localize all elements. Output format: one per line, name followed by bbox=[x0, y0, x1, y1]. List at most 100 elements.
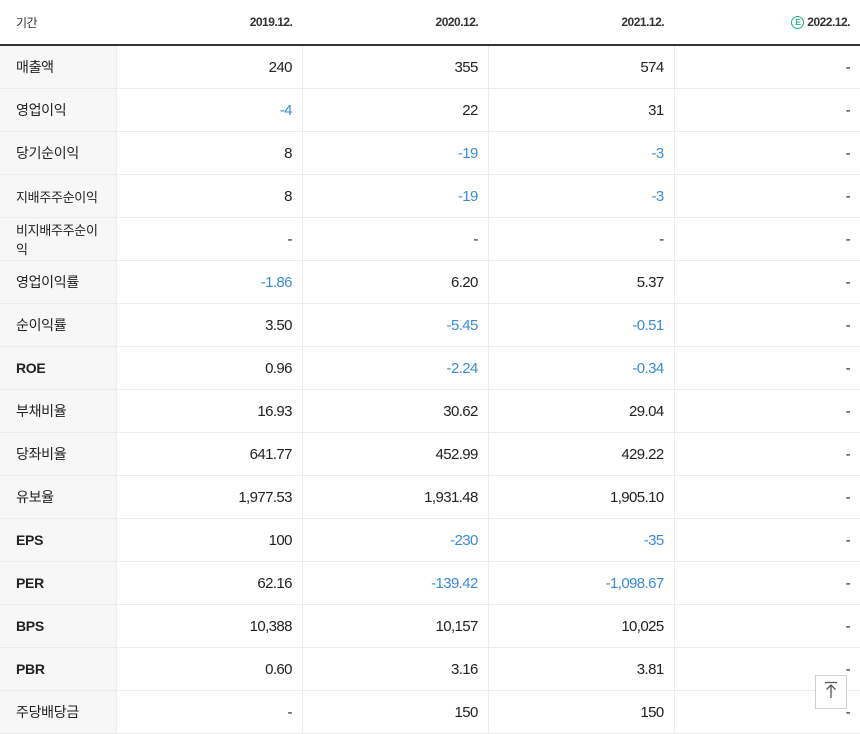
table-cell: -2.24 bbox=[301, 346, 489, 390]
table-cell: - bbox=[673, 518, 860, 562]
table-row: PBR 0.60 3.16 3.81- bbox=[0, 647, 860, 691]
row-label: 영업이익 bbox=[0, 88, 117, 132]
table-row: 영업이익 -4 22 31- bbox=[0, 88, 860, 132]
table-cell: 62.16 bbox=[116, 561, 303, 605]
table-cell: 240 bbox=[116, 45, 303, 89]
row-label: 주당배당금 bbox=[0, 690, 117, 734]
table-row: 당기순이익 8 -19 -3- bbox=[0, 131, 860, 175]
table-cell: 3.50 bbox=[116, 303, 303, 347]
table-cell: - bbox=[673, 174, 860, 218]
table-cell: -1,098.67 bbox=[487, 561, 675, 605]
table-cell: 29.04 bbox=[487, 389, 675, 433]
table-cell: 22 bbox=[301, 88, 489, 132]
table-cell: 429.22 bbox=[487, 432, 675, 476]
table-cell: 16.93 bbox=[116, 389, 303, 433]
table-cell: - bbox=[301, 217, 489, 261]
table-cell: 452.99 bbox=[301, 432, 489, 476]
table-cell: 150 bbox=[487, 690, 675, 734]
table-cell: - bbox=[673, 260, 860, 304]
year-header: 2019.12. bbox=[116, 0, 303, 46]
table-cell: - bbox=[673, 45, 860, 89]
table-cell: 355 bbox=[301, 45, 489, 89]
table-cell: -230 bbox=[301, 518, 489, 562]
table-cell: - bbox=[673, 217, 860, 261]
header-row: 기간 2019.12. 2020.12. 2021.12. E 2022.12. bbox=[0, 0, 860, 46]
table-cell: - bbox=[673, 303, 860, 347]
row-label: PER bbox=[0, 561, 117, 605]
table-row: 매출액 240 355 574- bbox=[0, 45, 860, 89]
table-cell: 1,977.53 bbox=[116, 475, 303, 519]
table-row: 유보율 1,977.53 1,931.48 1,905.10- bbox=[0, 475, 860, 519]
table-row: EPS 100 -230 -35- bbox=[0, 518, 860, 562]
table-cell: - bbox=[116, 217, 303, 261]
table-cell: 1,931.48 bbox=[301, 475, 489, 519]
row-label: PBR bbox=[0, 647, 117, 691]
table-row: BPS 10,388 10,157 10,025- bbox=[0, 604, 860, 648]
table-cell: -1.86 bbox=[116, 260, 303, 304]
table-cell: - bbox=[487, 217, 675, 261]
table-cell: - bbox=[673, 88, 860, 132]
table-row: 부채비율 16.93 30.62 29.04- bbox=[0, 389, 860, 433]
table-cell: 150 bbox=[301, 690, 489, 734]
table-cell: 641.77 bbox=[116, 432, 303, 476]
table-cell: 100 bbox=[116, 518, 303, 562]
table-cell: -19 bbox=[301, 131, 489, 175]
estimate-icon: E bbox=[791, 16, 805, 29]
table-cell: -4 bbox=[116, 88, 303, 132]
row-label: 유보율 bbox=[0, 475, 117, 519]
table-cell: 6.20 bbox=[301, 260, 489, 304]
table-cell: -0.51 bbox=[487, 303, 675, 347]
row-label: 당좌비율 bbox=[0, 432, 117, 476]
table-row: 당좌비율 641.77 452.99 429.22- bbox=[0, 432, 860, 476]
row-label: 지배주주순이익 bbox=[0, 174, 117, 218]
year-header: 2020.12. bbox=[302, 0, 489, 46]
table-row: 영업이익률 -1.86 6.20 5.37- bbox=[0, 260, 860, 304]
table-row: 지배주주순이익 8 -19 -3- bbox=[0, 174, 860, 218]
table-cell: -19 bbox=[301, 174, 489, 218]
table-row: ROE 0.96 -2.24 -0.34- bbox=[0, 346, 860, 390]
table-row: PER 62.16 -139.42 -1,098.67- bbox=[0, 561, 860, 605]
table-row: 비지배주주순이익 - - - - bbox=[0, 217, 860, 261]
table-cell: 0.96 bbox=[116, 346, 303, 390]
financial-summary-table: 기간 2019.12. 2020.12. 2021.12. E 2022.12. … bbox=[0, 0, 860, 734]
table-cell: -0.34 bbox=[487, 346, 675, 390]
table-cell: -35 bbox=[487, 518, 675, 562]
table-row: 순이익률 3.50 -5.45 -0.51- bbox=[0, 303, 860, 347]
period-header: 기간 bbox=[0, 0, 117, 46]
table-cell: 31 bbox=[487, 88, 675, 132]
table-cell: 10,388 bbox=[116, 604, 303, 648]
table-cell: - bbox=[673, 389, 860, 433]
table-cell: 3.16 bbox=[301, 647, 489, 691]
year-header: 2021.12. bbox=[488, 0, 675, 46]
year-header-label: 2022.12. bbox=[807, 15, 850, 29]
scroll-to-top-button[interactable] bbox=[815, 675, 847, 709]
arrow-up-to-top-icon bbox=[823, 681, 839, 704]
table-cell: 574 bbox=[487, 45, 675, 89]
table-cell: -3 bbox=[487, 174, 675, 218]
table-cell: -139.42 bbox=[301, 561, 489, 605]
table-cell: 8 bbox=[116, 174, 303, 218]
table-cell: - bbox=[673, 475, 860, 519]
table-cell: 5.37 bbox=[487, 260, 675, 304]
table-cell: 30.62 bbox=[301, 389, 489, 433]
table-cell: 1,905.10 bbox=[487, 475, 675, 519]
row-label: 영업이익률 bbox=[0, 260, 117, 304]
table-cell: 10,025 bbox=[487, 604, 675, 648]
row-label: 순이익률 bbox=[0, 303, 117, 347]
row-label: EPS bbox=[0, 518, 117, 562]
table-cell: - bbox=[673, 131, 860, 175]
table-cell: - bbox=[673, 604, 860, 648]
row-label: 비지배주주순이익 bbox=[0, 217, 117, 261]
table-cell: - bbox=[673, 432, 860, 476]
table-cell: 10,157 bbox=[301, 604, 489, 648]
table-cell: -3 bbox=[487, 131, 675, 175]
row-label: 매출액 bbox=[0, 45, 117, 89]
row-label: BPS bbox=[0, 604, 117, 648]
table-cell: - bbox=[673, 346, 860, 390]
table-cell: - bbox=[116, 690, 303, 734]
row-label: 당기순이익 bbox=[0, 131, 117, 175]
table-cell: -5.45 bbox=[301, 303, 489, 347]
table-cell: 3.81 bbox=[487, 647, 675, 691]
year-header-estimate: E 2022.12. bbox=[674, 0, 860, 46]
table-cell: 0.60 bbox=[116, 647, 303, 691]
